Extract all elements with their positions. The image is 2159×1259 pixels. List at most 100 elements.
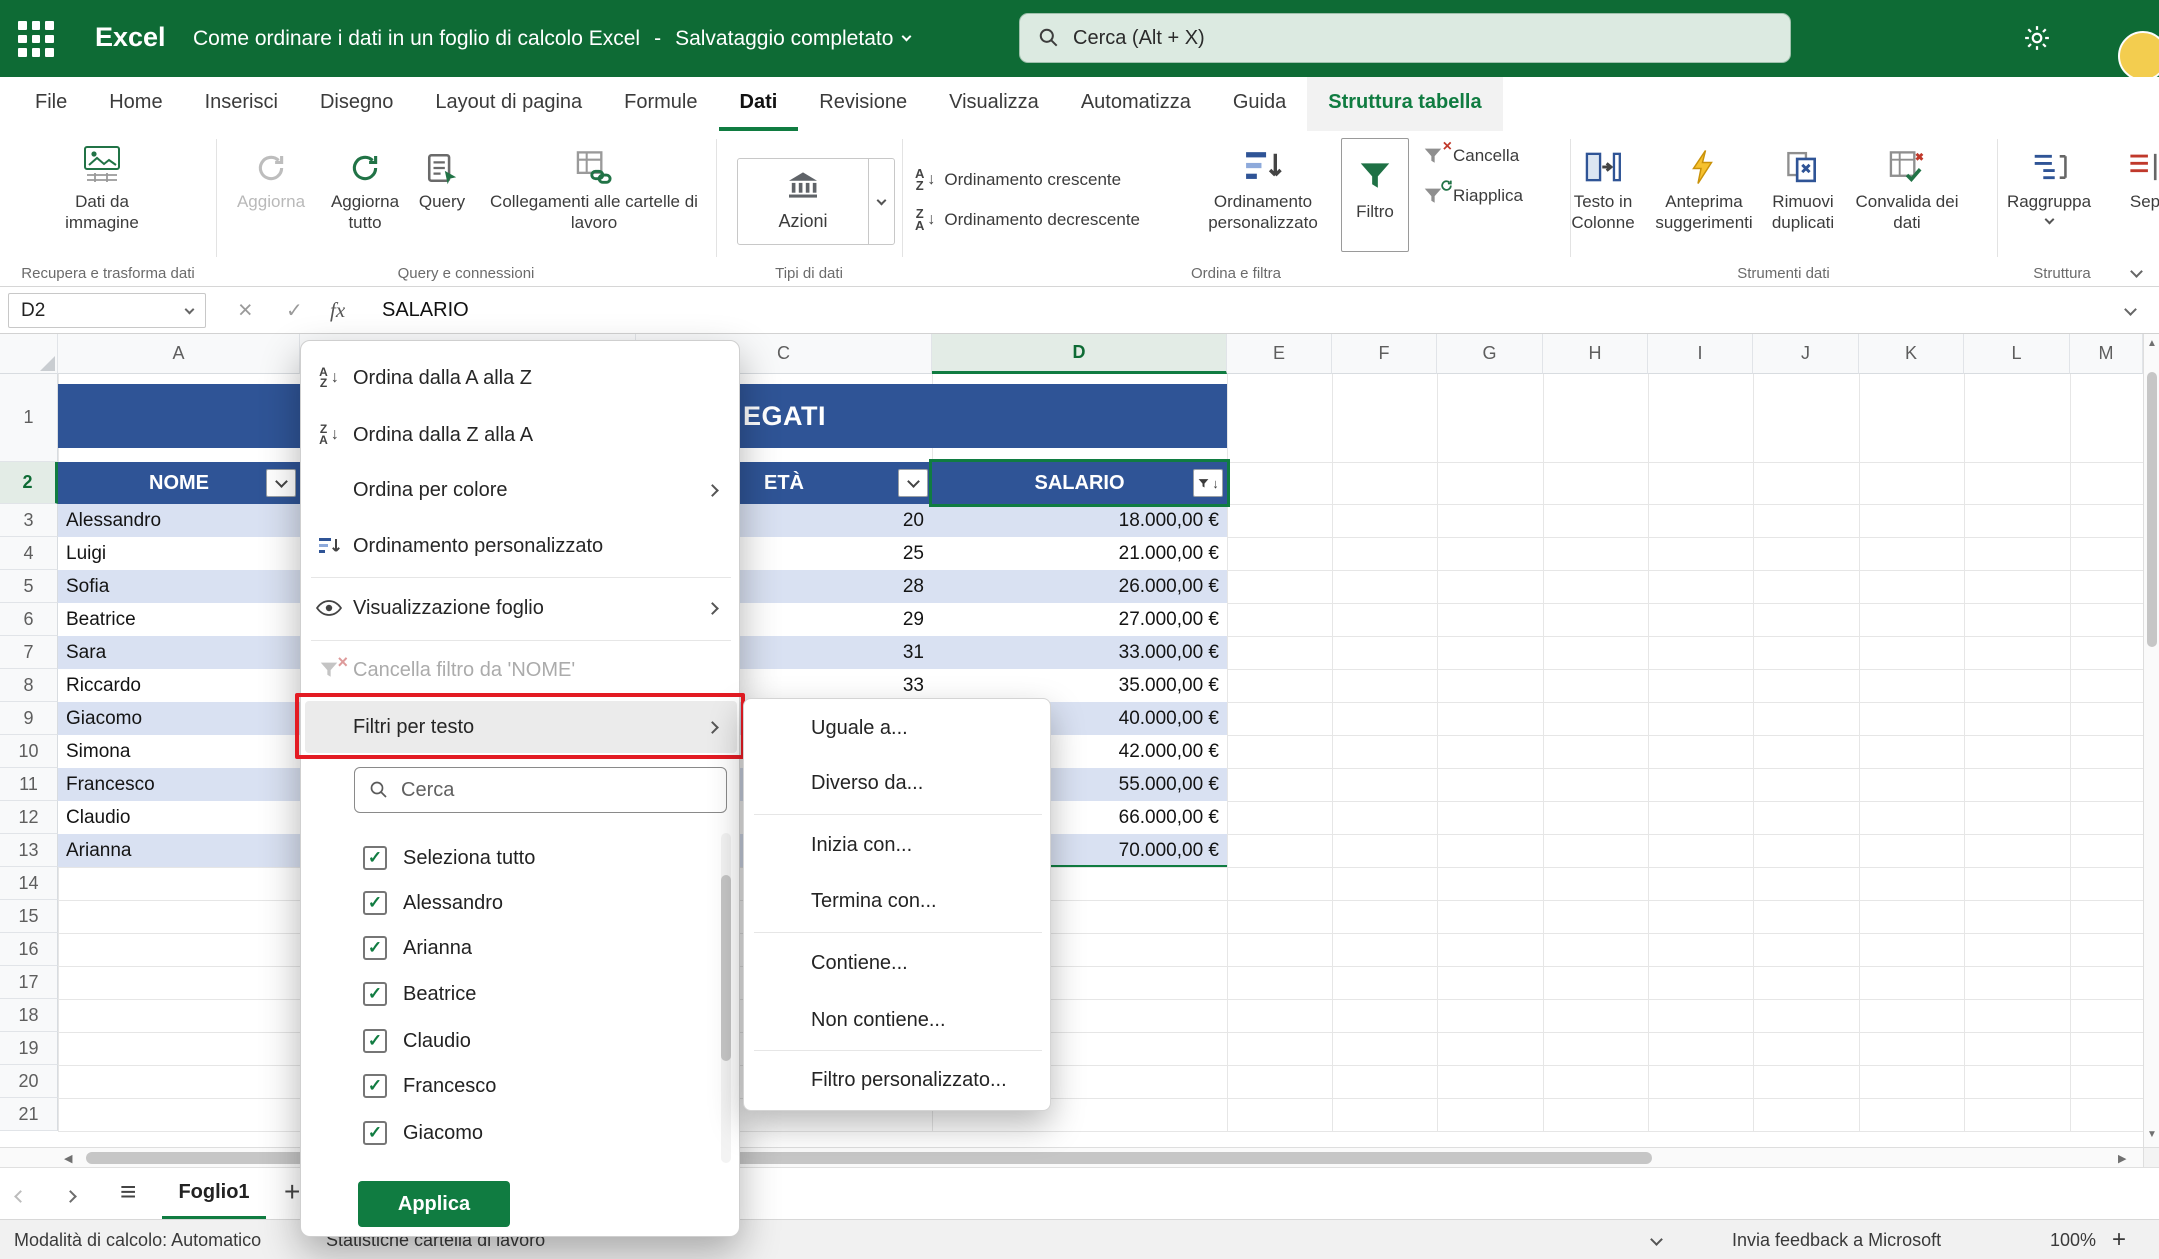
cell-nome[interactable]: Sara — [66, 636, 296, 669]
tab-visualizza[interactable]: Visualizza — [928, 77, 1060, 131]
row-header-3[interactable]: 3 — [0, 504, 58, 537]
text-to-columns-button[interactable]: Testo in Colonne — [1551, 141, 1655, 233]
tab-disegno[interactable]: Disegno — [299, 77, 414, 131]
filter-menu-item-4[interactable]: Visualizzazione foglio — [305, 582, 737, 634]
row-header-5[interactable]: 5 — [0, 570, 58, 603]
text-filter-option[interactable]: Inizia con... — [752, 823, 1044, 867]
status-options-icon[interactable] — [1650, 1233, 1663, 1246]
text-filter-option[interactable]: Contiene... — [752, 941, 1044, 985]
row-header-11[interactable]: 11 — [0, 768, 58, 801]
cell-salario[interactable]: 21.000,00 € — [932, 537, 1219, 570]
scroll-up-icon[interactable]: ▲ — [2144, 338, 2159, 349]
filter-value-checkbox[interactable]: ✓Beatrice — [363, 974, 707, 1014]
cell-nome[interactable]: Arianna — [66, 834, 296, 867]
filter-menu-item-2[interactable]: Ordina per colore — [305, 464, 737, 516]
column-header-A[interactable]: A — [58, 334, 300, 374]
query-button[interactable]: Query — [407, 141, 477, 212]
column-header-F[interactable]: F — [1332, 334, 1437, 374]
filter-menu-item-0[interactable]: AZ↓Ordina dalla A alla Z — [305, 352, 737, 404]
zoom-in-icon[interactable]: + — [2112, 1220, 2126, 1259]
row-header-14[interactable]: 14 — [0, 867, 58, 900]
tab-dati[interactable]: Dati — [719, 77, 799, 131]
insert-function-icon[interactable]: fx — [330, 287, 345, 334]
cell-nome[interactable]: Beatrice — [66, 603, 296, 636]
cell-nome[interactable]: Sofia — [66, 570, 296, 603]
aggiorna-tutto-button[interactable]: Aggiorna tutto — [317, 141, 413, 233]
dati-da-immagine-button[interactable]: Dati da immagine — [36, 141, 168, 233]
clear-filter-button[interactable]: × Cancella — [1422, 139, 1519, 173]
header-cell-nome[interactable]: NOME — [58, 462, 300, 504]
cell-nome[interactable]: Luigi — [66, 537, 296, 570]
filter-value-checkbox[interactable]: ✓Seleziona tutto — [363, 838, 707, 878]
filter-value-checkbox[interactable]: ✓Alessandro — [363, 883, 707, 923]
tab-home[interactable]: Home — [88, 77, 183, 131]
cell-salario[interactable]: 26.000,00 € — [932, 570, 1219, 603]
row-header-16[interactable]: 16 — [0, 933, 58, 966]
cancel-entry-icon[interactable]: × — [238, 287, 253, 334]
sort-ascending-button[interactable]: AZ↓ Ordinamento crescente — [915, 162, 1121, 198]
add-sheet-icon[interactable]: + — [284, 1176, 300, 1208]
filter-button-active[interactable]: Filtro — [1341, 138, 1409, 252]
row-header-1[interactable]: 1 — [0, 374, 58, 462]
scroll-down-icon[interactable]: ▼ — [2144, 1129, 2159, 1140]
scroll-right-icon[interactable]: ▶ — [2118, 1148, 2126, 1168]
text-filter-option[interactable]: Non contiene... — [752, 998, 1044, 1042]
cell-salario[interactable]: 18.000,00 € — [932, 504, 1219, 537]
tab-file[interactable]: File — [14, 77, 88, 131]
filter-menu-item-1[interactable]: ZA↓Ordina dalla Z alla A — [305, 409, 737, 461]
cell-nome[interactable]: Riccardo — [66, 669, 296, 702]
row-header-10[interactable]: 10 — [0, 735, 58, 768]
row-header-21[interactable]: 21 — [0, 1098, 58, 1131]
settings-gear-icon[interactable] — [2022, 23, 2052, 58]
vertical-scrollbar-thumb[interactable] — [2147, 372, 2157, 647]
expand-formula-bar-icon[interactable] — [2124, 303, 2137, 316]
vertical-scrollbar[interactable]: ▲ ▼ — [2143, 334, 2159, 1147]
row-header-17[interactable]: 17 — [0, 966, 58, 999]
tab-automatizza[interactable]: Automatizza — [1060, 77, 1212, 131]
column-header-K[interactable]: K — [1859, 334, 1964, 374]
data-validation-button[interactable]: Convalida dei dati — [1851, 141, 1963, 233]
sort-descending-button[interactable]: ZA↓ Ordinamento decrescente — [915, 202, 1140, 238]
cell-nome[interactable]: Giacomo — [66, 702, 296, 735]
custom-sort-button[interactable]: Ordinamento personalizzato — [1197, 141, 1329, 233]
cell-nome[interactable]: Alessandro — [66, 504, 296, 537]
tab-revisione[interactable]: Revisione — [798, 77, 928, 131]
flash-fill-button[interactable]: Anteprima suggerimenti — [1652, 141, 1756, 233]
cell-salario[interactable]: 27.000,00 € — [932, 603, 1219, 636]
app-launcher-icon[interactable] — [18, 21, 54, 57]
azioni-dropdown[interactable]: Azioni — [737, 158, 895, 245]
search-bar[interactable]: Cerca (Alt + X) — [1019, 13, 1791, 63]
collapse-ribbon-icon[interactable] — [2130, 265, 2143, 278]
filter-menu-item-3[interactable]: Ordinamento personalizzato — [305, 520, 737, 572]
ungroup-button-partial[interactable]: Sep — [2100, 141, 2159, 212]
row-header-8[interactable]: 8 — [0, 669, 58, 702]
row-header-6[interactable]: 6 — [0, 603, 58, 636]
tab-guida[interactable]: Guida — [1212, 77, 1307, 131]
tab-layout-di-pagina[interactable]: Layout di pagina — [414, 77, 603, 131]
row-header-18[interactable]: 18 — [0, 999, 58, 1032]
tab-contextual-struttura-tabella[interactable]: Struttura tabella — [1307, 77, 1502, 131]
sheet-list-icon[interactable]: ≡ — [120, 1176, 136, 1208]
filter-value-checkbox[interactable]: ✓Giacomo — [363, 1113, 707, 1153]
cell-salario[interactable]: 33.000,00 € — [932, 636, 1219, 669]
feedback-link[interactable]: Invia feedback a Microsoft — [1732, 1220, 1941, 1259]
text-filter-option[interactable]: Filtro personalizzato... — [752, 1058, 1044, 1102]
row-header-2[interactable]: 2 — [0, 462, 58, 504]
cell-nome[interactable]: Simona — [66, 735, 296, 768]
group-button[interactable]: Raggruppa — [1999, 141, 2099, 223]
row-header-7[interactable]: 7 — [0, 636, 58, 669]
tab-inserisci[interactable]: Inserisci — [184, 77, 299, 131]
column-header-H[interactable]: H — [1543, 334, 1648, 374]
filter-menu-item-6[interactable]: Filtri per testo — [305, 701, 737, 753]
filter-value-checkbox[interactable]: ✓Claudio — [363, 1021, 707, 1061]
scroll-left-icon[interactable]: ◀ — [64, 1148, 72, 1168]
row-header-9[interactable]: 9 — [0, 702, 58, 735]
row-header-4[interactable]: 4 — [0, 537, 58, 570]
row-header-13[interactable]: 13 — [0, 834, 58, 867]
text-filter-option[interactable]: Uguale a... — [752, 706, 1044, 750]
column-header-I[interactable]: I — [1648, 334, 1753, 374]
column-header-D[interactable]: D — [932, 334, 1227, 374]
name-box[interactable]: D2 — [8, 293, 206, 328]
sheet-tab-foglio1[interactable]: Foglio1 — [162, 1168, 266, 1220]
column-header-G[interactable]: G — [1437, 334, 1543, 374]
